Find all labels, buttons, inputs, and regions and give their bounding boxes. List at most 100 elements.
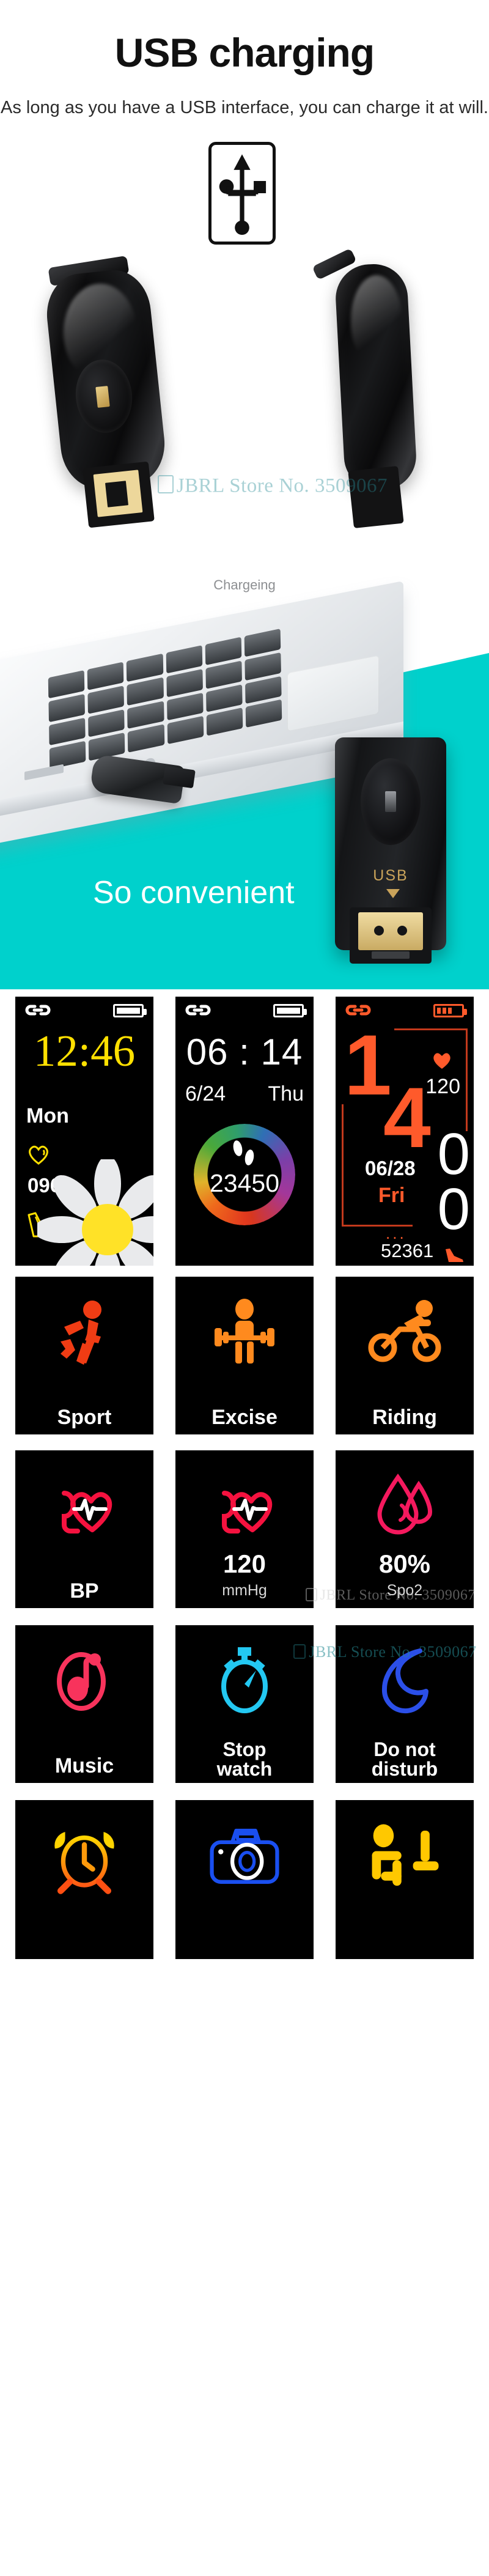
feature-label: Excise bbox=[211, 1406, 278, 1430]
feature-tile-dnd[interactable]: Do not disturb bbox=[336, 1625, 474, 1783]
battery-icon bbox=[273, 1004, 307, 1017]
blood-pressure-heart-icon bbox=[62, 1491, 112, 1533]
usb-plug bbox=[348, 465, 404, 529]
feature-tile-alarm[interactable] bbox=[15, 1800, 153, 1959]
feature-tile-stopwatch[interactable]: Stop watch bbox=[175, 1625, 314, 1783]
usb-icon bbox=[208, 142, 276, 245]
minute-digit-2: 0 bbox=[437, 1176, 470, 1242]
keyboard-key bbox=[127, 701, 164, 729]
utilities-row: Music Stop watch Do not disturb bbox=[0, 1625, 489, 1783]
tracker-gloss bbox=[351, 275, 402, 367]
stopwatch-icon bbox=[221, 1647, 268, 1713]
usb-charger-closeup: USB bbox=[335, 737, 446, 964]
usb-a-tongue bbox=[358, 912, 423, 950]
metric-value: 80% bbox=[378, 1549, 431, 1578]
feature-tile-sedentary[interactable] bbox=[336, 1800, 474, 1959]
keyboard-key bbox=[88, 709, 125, 737]
keyboard-key bbox=[48, 693, 86, 722]
daisy-flower-image bbox=[37, 1159, 153, 1266]
feature-tile-sport[interactable]: Sport bbox=[15, 1277, 153, 1434]
watch-date: 06/28 bbox=[365, 1157, 416, 1179]
blood-drop-icon bbox=[377, 1473, 432, 1535]
usb-label: USB bbox=[373, 867, 408, 884]
feature-tile-spo2[interactable]: 80% Spo2 bbox=[336, 1450, 474, 1608]
page-subtitle: As long as you have a USB interface, you… bbox=[1, 98, 488, 117]
keyboard-key bbox=[166, 668, 203, 697]
status-bar bbox=[15, 997, 153, 1024]
blood-pressure-heart-icon bbox=[222, 1491, 273, 1533]
keyboard-key bbox=[244, 676, 282, 704]
page-title: USB charging bbox=[114, 30, 375, 75]
keyboard-key bbox=[205, 684, 243, 713]
keyboard-key bbox=[49, 717, 86, 746]
watch-face-orange-block[interactable]: 1 4 120 0 0 06/28 Fri ... 52361 bbox=[336, 997, 474, 1266]
footprints-icon bbox=[233, 1140, 254, 1165]
usb-notch bbox=[372, 951, 410, 959]
link-icon bbox=[185, 1005, 211, 1016]
watch-time: 06 : 14 bbox=[186, 1032, 303, 1072]
feature-label: Do not disturb bbox=[371, 1738, 438, 1781]
steps-value: 23450 bbox=[209, 1169, 279, 1197]
watch-weekday: Fri bbox=[378, 1184, 405, 1207]
keyboard-key bbox=[166, 692, 204, 721]
feature-tile-music[interactable]: Music bbox=[15, 1625, 153, 1783]
convenience-headline: So convenient bbox=[93, 875, 295, 910]
steps-value: 52361 bbox=[381, 1240, 434, 1261]
heart-rate-value: 120 bbox=[425, 1075, 460, 1098]
feature-tile-excise[interactable]: Excise bbox=[175, 1277, 314, 1434]
link-icon bbox=[345, 1005, 371, 1016]
tracker-side-view bbox=[306, 248, 446, 541]
watch-weekday: Mon bbox=[26, 1104, 69, 1127]
moon-icon bbox=[381, 1648, 428, 1714]
watch-weekday: Thu bbox=[268, 1082, 304, 1105]
convenience-section: Chargeing USB So convenient bbox=[0, 561, 489, 989]
keyboard-key bbox=[127, 677, 164, 706]
cycling-person-icon bbox=[368, 1300, 441, 1362]
charging-caption: Chargeing bbox=[213, 577, 276, 592]
music-note-icon bbox=[57, 1652, 106, 1711]
minute-digit-1: 0 bbox=[437, 1121, 470, 1187]
watch-face-yellow-daisy[interactable]: 12:46 Mon 096 bbox=[15, 997, 153, 1266]
sedentary-reminder-icon bbox=[372, 1824, 439, 1886]
usb-hole bbox=[397, 926, 407, 936]
feature-tile-heart-rate[interactable]: 120 mmHg bbox=[175, 1450, 314, 1608]
heart-filled-icon bbox=[433, 1053, 450, 1069]
weightlifting-person-icon bbox=[215, 1299, 274, 1364]
keyboard-key bbox=[87, 685, 125, 714]
alarm-clock-icon bbox=[54, 1832, 114, 1894]
usb-charging-section: USB charging As long as you have a USB i… bbox=[0, 0, 489, 561]
sports-row: Sport Excise Riding bbox=[0, 1277, 489, 1434]
watch-faces-row: 12:46 Mon 096 06: 14 6/24 Thu 23450 1 4… bbox=[0, 997, 489, 1266]
feature-tile-riding[interactable]: Riding bbox=[336, 1277, 474, 1434]
metric-unit: mmHg bbox=[222, 1582, 267, 1599]
feature-label: Music bbox=[54, 1754, 114, 1778]
tracker-front-view bbox=[37, 256, 177, 538]
shoe-icon bbox=[446, 1249, 463, 1262]
watch-face-rainbow-ring[interactable]: 06 : 14 6/24 Thu 23450 bbox=[175, 997, 314, 1266]
metric-unit: Spo2 bbox=[386, 1582, 423, 1599]
steps-progress-ring: 23450 bbox=[194, 1124, 295, 1225]
health-row: BP 120 mmHg 80% Spo2 bbox=[0, 1450, 489, 1608]
watch-date: 6/24 bbox=[185, 1082, 226, 1105]
battery-icon bbox=[113, 1004, 147, 1017]
feature-label: BP bbox=[70, 1579, 99, 1603]
tools-row bbox=[0, 1800, 489, 1959]
feature-grid-section: 12:46 Mon 096 06: 14 6/24 Thu 23450 1 4… bbox=[0, 989, 489, 2576]
keyboard-key bbox=[205, 660, 242, 689]
hour-digit-2: 4 bbox=[383, 1069, 431, 1165]
watch-time: 12:46 bbox=[33, 1026, 136, 1076]
feature-tile-bp[interactable]: BP bbox=[15, 1450, 153, 1608]
battery-icon bbox=[433, 1004, 467, 1017]
feature-label: Sport bbox=[57, 1406, 112, 1430]
arrow-down-icon bbox=[386, 889, 400, 898]
link-icon bbox=[25, 1005, 51, 1016]
feature-tile-camera[interactable] bbox=[175, 1800, 314, 1959]
running-person-icon bbox=[61, 1301, 101, 1365]
product-photos: JBRL Store No. 3509067 bbox=[0, 245, 489, 550]
camera-icon bbox=[210, 1828, 279, 1884]
keyboard-key bbox=[244, 652, 281, 681]
status-bar bbox=[175, 997, 314, 1024]
tracker-contact-chip bbox=[95, 386, 110, 408]
usb-a-plug bbox=[350, 907, 432, 964]
usb-hole bbox=[374, 926, 384, 936]
